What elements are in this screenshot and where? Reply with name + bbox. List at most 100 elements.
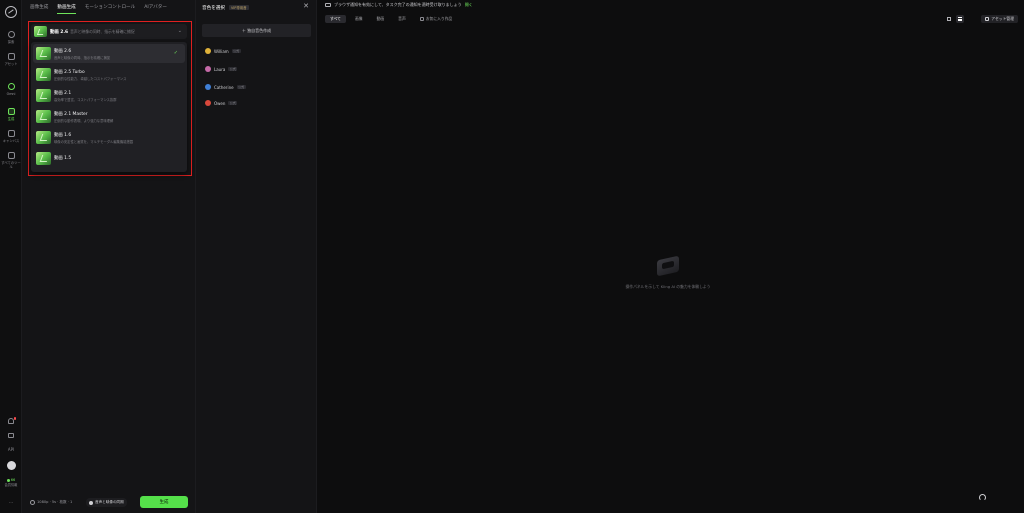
avatar: [6, 461, 16, 470]
favorites-checkbox[interactable]: お気に入り作品: [415, 15, 458, 23]
model-option-title: 動画 1.6: [54, 132, 72, 138]
filter-all[interactable]: すべて: [325, 15, 346, 23]
audio-sync-label: 音声と映像の同期: [95, 500, 124, 504]
credits-label: 会員情報: [4, 483, 18, 487]
official-tag: 公式: [228, 101, 238, 105]
omni-icon: [7, 83, 15, 90]
folder-icon: [985, 17, 990, 21]
tab-motion-control[interactable]: モーションコントロール: [85, 4, 135, 14]
selected-model-name: 動画 2.6: [50, 29, 69, 35]
voice-item-william[interactable]: William 公式: [205, 48, 241, 54]
view-toggle: [945, 15, 964, 23]
rail-item-assets[interactable]: アセット: [0, 53, 22, 66]
rail-label-explore: 探索: [7, 40, 15, 44]
tab-ai-avatar[interactable]: AIアバター: [144, 4, 167, 14]
voice-avatar-icon: [205, 66, 211, 72]
model-option-title: 動画 2.1: [54, 90, 72, 96]
asset-management-button[interactable]: アセット管理: [981, 15, 1018, 23]
model-option-2-6[interactable]: 動画 2.6 音声と映像の同時、指示を精確に捕捉 ✓: [33, 44, 185, 63]
rail-item-all-tools[interactable]: すべてのツール: [0, 152, 22, 169]
list-icon: [958, 17, 962, 21]
api-link[interactable]: API: [0, 447, 22, 452]
notice-text: ブラウザ通知を有効にして、タスク完了の通知を適時受け取りましょう: [334, 2, 462, 7]
membership-info[interactable]: 66 会員情報: [0, 478, 22, 487]
create-custom-voice-button[interactable]: ＋ 独自音色作成: [202, 24, 311, 37]
asset-management-label: アセット管理: [991, 16, 1014, 21]
voice-name: Catherine: [214, 84, 234, 90]
enable-notifications-link[interactable]: 開く: [465, 2, 473, 8]
generation-bottom-bar: 1080p · 5s · 枚数 · 1 音声と映像の同期 生成: [30, 496, 190, 508]
empty-state-message: 操作パネルを示して Kling AI の魅力を体験しよう: [625, 284, 711, 289]
grid-view-button[interactable]: [945, 15, 953, 23]
model-thumbnail: [36, 89, 51, 102]
model-option-title: 動画 2.5 Turbo: [54, 69, 85, 75]
rail-label-all-tools: すべてのツール: [1, 161, 21, 169]
kling-logo-icon[interactable]: [5, 6, 17, 18]
model-option-2-1[interactable]: 動画 2.1 高効率で豊富、コストパフォーマンス抜群: [33, 86, 185, 105]
official-tag: 公式: [228, 67, 238, 71]
rail-item-omni[interactable]: Omni: [0, 83, 22, 96]
selected-model-desc: 音声と映像の同時、指示を精確に捕捉: [70, 28, 135, 34]
checkbox-icon: [419, 17, 424, 21]
voice-item-owen[interactable]: Owen 公式: [205, 100, 238, 106]
more-button[interactable]: ···: [0, 500, 22, 505]
model-option-2-5-turbo[interactable]: 動画 2.5 Turbo 圧倒的な性能力、卓越したコストパフォーマンス: [33, 65, 185, 84]
generate-button[interactable]: 生成: [140, 496, 188, 508]
model-thumbnail: [34, 26, 47, 37]
model-option-2-1-master[interactable]: 動画 2.1 Master 圧倒的な動作表現、より強力な意味理解: [33, 107, 185, 126]
model-option-desc: 圧倒的な性能力、卓越したコストパフォーマンス: [54, 76, 127, 81]
model-option-title: 動画 1.5: [54, 156, 72, 161]
model-option-desc: 圧倒的な動作表現、より強力な意味理解: [54, 118, 114, 123]
voice-avatar-icon: [205, 84, 211, 90]
generate-icon: [7, 108, 15, 115]
filter-image[interactable]: 画像: [350, 15, 368, 23]
model-option-1-5[interactable]: 動画 1.5: [33, 149, 185, 168]
generation-panel: 画像生成 動画生成 モーションコントロール AIアバター 動画 2.6 音声と映…: [22, 0, 195, 513]
apps-icon: [7, 152, 15, 159]
model-option-title: 動画 2.1 Master: [54, 111, 88, 117]
model-select[interactable]: 動画 2.6 音声と映像の同時、指示を精確に捕捉 ⌄: [31, 24, 187, 39]
voice-avatar-icon: [205, 100, 211, 106]
list-view-button[interactable]: [956, 15, 964, 23]
voice-avatar-icon: [205, 48, 211, 54]
tab-image-generation[interactable]: 画像生成: [30, 4, 48, 14]
chevron-down-icon: ⌄: [177, 28, 182, 34]
settings-icon: [30, 500, 35, 505]
rail-item-generate[interactable]: 生成: [0, 108, 22, 121]
model-thumbnail: [36, 47, 51, 60]
model-selector-highlight: 動画 2.6 音声と映像の同時、指示を精確に捕捉 ⌄ 動画 2.6 音声と映像の…: [28, 21, 192, 176]
voice-name: Owen: [214, 100, 226, 106]
close-icon[interactable]: ✕: [303, 2, 309, 10]
notifications-button[interactable]: [0, 417, 22, 424]
rail-label-omni: Omni: [6, 92, 16, 96]
empty-state: 操作パネルを示して Kling AI の魅力を体験しよう: [593, 255, 743, 290]
voice-item-catherine[interactable]: Catherine 公式: [205, 84, 246, 90]
check-circle-icon: [89, 500, 93, 505]
model-option-title: 動画 2.6: [54, 48, 72, 54]
headset-support-icon[interactable]: [979, 494, 986, 501]
announcements-button[interactable]: [0, 433, 22, 438]
audio-sync-toggle[interactable]: 音声と映像の同期: [86, 498, 127, 507]
rail-item-explore[interactable]: 探索: [0, 31, 22, 44]
tab-video-generation[interactable]: 動画生成: [57, 4, 76, 14]
model-option-1-6[interactable]: 動画 1.6 映像の安定性と画質を、マルチモーダル編集機能搭載: [33, 128, 185, 147]
compass-icon: [7, 31, 15, 38]
favorites-label: お気に入り作品: [425, 16, 453, 21]
generation-settings-button[interactable]: 1080p · 5s · 枚数 · 1: [30, 498, 72, 507]
filter-audio[interactable]: 音声: [393, 15, 411, 23]
rail-item-canvas[interactable]: キャンバス: [0, 130, 22, 143]
official-tag: 公式: [236, 85, 246, 89]
filter-video[interactable]: 動画: [372, 15, 390, 23]
model-thumbnail: [36, 131, 51, 144]
voice-item-laura[interactable]: Laura 公式: [205, 66, 238, 72]
megaphone-icon: [8, 433, 14, 438]
notification-banner: ブラウザ通知を有効にして、タスク完了の通知を適時受け取りましょう 開く: [325, 2, 473, 8]
app-window: 探索 アセット Omni 生成 キャンバス すべてのツール API 66 会員情…: [0, 0, 1024, 513]
rail-label-assets: アセット: [4, 62, 18, 66]
rail-label-canvas: キャンバス: [2, 139, 20, 143]
main-content: ブラウザ通知を有効にして、タスク完了の通知を適時受け取りましょう 開く すべて …: [317, 0, 1024, 513]
voice-name: William: [214, 48, 229, 54]
left-rail: 探索 アセット Omni 生成 キャンバス すべてのツール API 66 会員情…: [0, 0, 22, 513]
model-thumbnail: [36, 110, 51, 123]
user-avatar[interactable]: [0, 461, 22, 470]
